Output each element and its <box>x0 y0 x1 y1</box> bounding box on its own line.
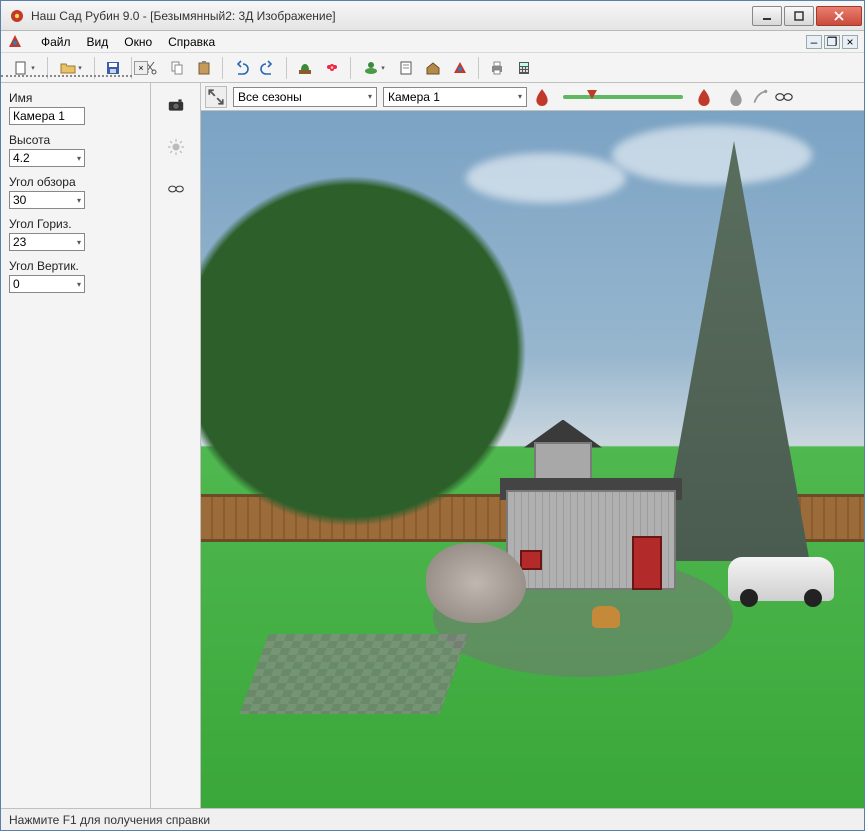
mdi-close-button[interactable]: × <box>842 35 858 49</box>
view-glasses-icon[interactable] <box>775 88 793 106</box>
building-button[interactable] <box>421 56 445 80</box>
redo-icon <box>260 60 276 76</box>
terrain-button[interactable]: ▾ <box>357 56 391 80</box>
mdi-minimize-button[interactable]: – <box>806 35 822 49</box>
calculator-button[interactable] <box>512 56 536 80</box>
height-input[interactable]: 4.2▾ <box>9 149 85 167</box>
season-combo[interactable]: Все сезоны▾ <box>233 87 377 107</box>
maximize-button[interactable] <box>784 6 814 26</box>
flowers-button[interactable] <box>320 56 344 80</box>
mdi-restore-button[interactable]: ❐ <box>824 35 840 49</box>
render-icon <box>452 60 468 76</box>
name-input[interactable]: Камера 1 <box>9 107 85 125</box>
menu-window[interactable]: Окно <box>116 33 160 51</box>
print-button[interactable] <box>485 56 509 80</box>
notes-button[interactable] <box>394 56 418 80</box>
properties-panel: × Имя Камера 1 Высота 4.2▾ Угол обзора 3… <box>1 83 151 808</box>
redo-button[interactable] <box>256 56 280 80</box>
status-text: Нажмите F1 для получения справки <box>9 813 210 827</box>
copy-button[interactable] <box>165 56 189 80</box>
render-button[interactable] <box>448 56 472 80</box>
calculator-icon <box>516 60 532 76</box>
glasses-tool-button[interactable] <box>160 173 192 205</box>
hangle-label: Угол Гориз. <box>9 217 142 231</box>
statusbar: Нажмите F1 для получения справки <box>1 808 864 830</box>
app-icon <box>9 8 25 24</box>
fov-input[interactable]: 30▾ <box>9 191 85 209</box>
camera-combo[interactable]: Камера 1▾ <box>383 87 527 107</box>
menu-file[interactable]: Файл <box>33 33 79 51</box>
terrain-icon <box>363 60 379 76</box>
fov-label: Угол обзора <box>9 175 142 189</box>
camera-tool-button[interactable] <box>160 89 192 121</box>
growth-slider[interactable] <box>563 95 683 99</box>
cloud <box>612 125 812 185</box>
resize-view-button[interactable] <box>205 86 227 108</box>
window-title: Наш Сад Рубин 9.0 - [Безымянный2: 3Д Изо… <box>31 9 750 23</box>
camera-icon <box>168 97 184 113</box>
building-icon <box>425 60 441 76</box>
height-label: Высота <box>9 133 142 147</box>
glasses-icon <box>168 181 184 197</box>
side-toolstrip <box>151 83 201 808</box>
copy-icon <box>169 60 185 76</box>
flowers-icon <box>324 60 340 76</box>
deciduous-tree <box>201 111 531 549</box>
menu-help[interactable]: Справка <box>160 33 223 51</box>
app-window: Наш Сад Рубин 9.0 - [Безымянный2: 3Д Изо… <box>0 0 865 831</box>
field-name: Имя Камера 1 <box>9 91 142 125</box>
paste-button[interactable] <box>192 56 216 80</box>
body: × Имя Камера 1 Высота 4.2▾ Угол обзора 3… <box>1 83 864 808</box>
field-hangle: Угол Гориз. 23▾ <box>9 217 142 251</box>
water-drop-icon <box>533 88 551 106</box>
menu-view[interactable]: Вид <box>79 33 117 51</box>
car <box>728 557 834 601</box>
field-height: Высота 4.2▾ <box>9 133 142 167</box>
undo-button[interactable] <box>229 56 253 80</box>
dog <box>592 606 620 628</box>
sun-icon <box>168 139 184 155</box>
notes-icon <box>398 60 414 76</box>
plants-button[interactable] <box>293 56 317 80</box>
view-toolbar: Все сезоны▾ Камера 1▾ <box>201 83 864 111</box>
vangle-input[interactable]: 0▾ <box>9 275 85 293</box>
titlebar: Наш Сад Рубин 9.0 - [Безымянный2: 3Д Изо… <box>1 1 864 31</box>
print-icon <box>489 60 505 76</box>
season-value: Все сезоны <box>238 90 302 104</box>
minimize-button[interactable] <box>752 6 782 26</box>
cobblestone-path <box>239 634 468 714</box>
water-drop2-icon <box>695 88 713 106</box>
panel-grip[interactable] <box>1 59 132 77</box>
vangle-label: Угол Вертик. <box>9 259 142 273</box>
name-label: Имя <box>9 91 142 105</box>
app-logo-icon <box>7 34 23 50</box>
plants-icon <box>297 60 313 76</box>
resize-icon <box>207 88 225 106</box>
panel-close-button[interactable]: × <box>134 61 148 75</box>
drop-gray-icon[interactable] <box>727 88 745 106</box>
field-fov: Угол обзора 30▾ <box>9 175 142 209</box>
camera-value: Камера 1 <box>388 90 440 104</box>
3d-viewport[interactable] <box>201 111 864 808</box>
hangle-input[interactable]: 23▾ <box>9 233 85 251</box>
field-vangle: Угол Вертик. 0▾ <box>9 259 142 293</box>
paste-icon <box>196 60 212 76</box>
slider-thumb[interactable] <box>587 90 597 99</box>
menubar: Файл Вид Окно Справка – ❐ × <box>1 31 864 53</box>
close-button[interactable] <box>816 6 862 26</box>
house <box>506 460 676 590</box>
sun-tool-button[interactable] <box>160 131 192 163</box>
undo-icon <box>233 60 249 76</box>
rock <box>426 543 526 623</box>
spray-icon[interactable] <box>751 88 769 106</box>
